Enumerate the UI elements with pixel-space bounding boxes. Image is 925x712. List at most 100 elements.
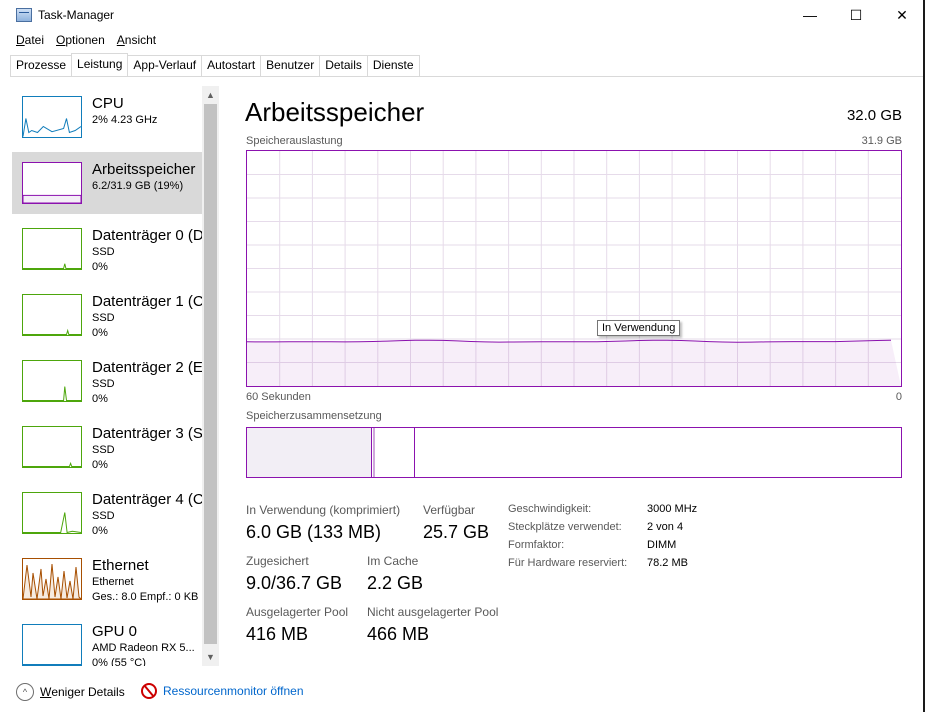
task-manager-app-icon bbox=[16, 8, 32, 22]
sidebar-thumbnail bbox=[22, 162, 82, 204]
tab-leistung[interactable]: Leistung bbox=[71, 53, 129, 75]
sidebar-item-detail-2: 0% (55 °C) bbox=[92, 657, 146, 666]
footer: ^ Weniger Details Ressourcenmonitor öffn… bbox=[0, 680, 925, 704]
fewer-details-button[interactable]: ^ Weniger Details bbox=[16, 683, 125, 701]
sidebar-item-detail: SSD bbox=[92, 378, 115, 390]
sidebar-item-name: Datenträger 2 (E bbox=[92, 359, 202, 376]
tab-app-verlauf[interactable]: App-Verlauf bbox=[127, 55, 203, 76]
menu-ansicht-mnemonic: A bbox=[116, 33, 125, 47]
composition-label: Speicherzusammensetzung bbox=[246, 410, 382, 422]
sidebar-item-detail: 6.2/31.9 GB (19%) bbox=[92, 180, 184, 192]
sidebar-thumbnail-graph bbox=[23, 386, 81, 401]
sidebar-item-name: Ethernet bbox=[92, 557, 149, 574]
stat-available-label: Verfügbar bbox=[423, 503, 476, 517]
sidebar-item-detail: 2% 4.23 GHz bbox=[92, 114, 158, 126]
window-controls: — ☐ ✕ bbox=[787, 0, 925, 30]
tab-prozesse[interactable]: Prozesse bbox=[10, 55, 73, 76]
sidebar-thumbnail bbox=[22, 558, 82, 600]
info-row-reserved: Für Hardware reserviert: 78.2 MB bbox=[508, 557, 697, 575]
sidebar-thumbnail bbox=[22, 228, 82, 270]
sidebar-item-datenträger-3-s[interactable]: Datenträger 3 (S SSD 0% bbox=[12, 416, 202, 478]
stat-nonpaged-pool: Nicht ausgelagerter Pool 466 MB bbox=[367, 605, 498, 645]
menu-optionen-mnemonic: O bbox=[56, 33, 66, 47]
sidebar-item-ethernet[interactable]: Ethernet Ethernet Ges.: 8.0 Empf.: 0 KB bbox=[12, 548, 202, 610]
tab-autostart[interactable]: Autostart bbox=[201, 55, 262, 76]
graph-time-label: 60 Sekunden bbox=[246, 391, 311, 403]
sidebar-item-text: GPU 0 AMD Radeon RX 5... 0% (55 °C) bbox=[92, 623, 202, 666]
composition-in-use bbox=[247, 428, 372, 477]
stat-committed-value: 9.0/36.7 GB bbox=[246, 573, 343, 593]
stat-committed-label: Zugesichert bbox=[246, 554, 309, 568]
graph-min-label: 0 bbox=[895, 391, 902, 403]
sidebar-item-name: Datenträger 3 (S bbox=[92, 425, 202, 442]
memory-usage-line bbox=[247, 339, 892, 343]
sidebar-item-detail-2: Ges.: 8.0 Empf.: 0 KB bbox=[92, 591, 199, 603]
scroll-up-button[interactable]: ▲ bbox=[202, 87, 219, 103]
collapse-up-icon: ^ bbox=[16, 683, 34, 701]
fewer-details-mnemonic: W bbox=[40, 685, 52, 699]
window-title: Task-Manager bbox=[38, 8, 115, 22]
sidebar-item-text: Datenträger 4 (C SSD 0% bbox=[92, 491, 202, 539]
sidebar-item-text: Datenträger 0 (D SSD 0% bbox=[92, 227, 202, 275]
sidebar-item-gpu-0[interactable]: GPU 0 AMD Radeon RX 5... 0% (55 °C) bbox=[12, 614, 202, 666]
scroll-down-button[interactable]: ▼ bbox=[202, 649, 219, 665]
sidebar-item-text: Datenträger 1 (C SSD 0% bbox=[92, 293, 202, 341]
thumbnail-line bbox=[23, 461, 81, 467]
sidebar-item-name: GPU 0 bbox=[92, 623, 138, 640]
close-button[interactable]: ✕ bbox=[879, 0, 925, 30]
sidebar-item-detail: Ethernet bbox=[92, 576, 134, 588]
sidebar-item-text: Datenträger 2 (E SSD 0% bbox=[92, 359, 202, 407]
minimize-button[interactable]: — bbox=[787, 0, 833, 30]
sidebar-item-name: CPU bbox=[92, 95, 124, 112]
tab-benutzer[interactable]: Benutzer bbox=[260, 55, 321, 76]
menu-optionen[interactable]: Optionen bbox=[50, 31, 111, 51]
stat-nonpaged-pool-value: 466 MB bbox=[367, 624, 430, 644]
scroll-thumb[interactable] bbox=[204, 104, 217, 644]
sidebar-thumbnail-graph bbox=[23, 194, 81, 203]
sidebar-thumbnail bbox=[22, 294, 82, 336]
graph-max-label: 31.9 GB bbox=[861, 135, 902, 147]
sidebar-scrollbar[interactable]: ▲ ▼ bbox=[202, 86, 219, 666]
thumbnail-line bbox=[23, 386, 81, 401]
chevron-down-icon: ▼ bbox=[206, 652, 215, 662]
sidebar-thumbnail bbox=[22, 360, 82, 402]
menu-bar: Datei Optionen Ansicht bbox=[0, 31, 162, 51]
graph-label: Speicherauslastung bbox=[246, 135, 343, 147]
sidebar-thumbnail-graph bbox=[23, 263, 81, 269]
fewer-details-label: eniger Details bbox=[51, 685, 125, 699]
thumbnail-line bbox=[23, 328, 81, 335]
sidebar-item-arbeitsspeicher[interactable]: Arbeitsspeicher 6.2/31.9 GB (19%) bbox=[12, 152, 202, 214]
sidebar-item-datenträger-0-d[interactable]: Datenträger 0 (D SSD 0% bbox=[12, 218, 202, 280]
sidebar-item-datenträger-1-c[interactable]: Datenträger 1 (C SSD 0% bbox=[12, 284, 202, 346]
memory-usage-graph-svg bbox=[247, 151, 901, 386]
sidebar-item-datenträger-2-e[interactable]: Datenträger 2 (E SSD 0% bbox=[12, 350, 202, 412]
info-slots-value: 2 von 4 bbox=[647, 521, 684, 533]
sidebar-item-datenträger-4-c[interactable]: Datenträger 4 (C SSD 0% bbox=[12, 482, 202, 544]
tab-details[interactable]: Details bbox=[319, 55, 368, 76]
sidebar-thumbnail-graph bbox=[23, 563, 81, 599]
ethernet-thumbnail-line bbox=[23, 563, 81, 599]
sidebar-item-text: Ethernet Ethernet Ges.: 8.0 Empf.: 0 KB bbox=[92, 557, 202, 605]
sidebar-item-name: Datenträger 0 (D bbox=[92, 227, 202, 244]
memory-thumbnail-fill bbox=[23, 194, 81, 203]
maximize-button[interactable]: ☐ bbox=[833, 0, 879, 30]
stat-in-use: In Verwendung (komprimiert) 6.0 GB (133 … bbox=[246, 503, 400, 543]
tab-divider bbox=[10, 76, 925, 77]
info-form-factor-label: Formfaktor: bbox=[508, 539, 565, 551]
tab-strip: Prozesse Leistung App-Verlauf Autostart … bbox=[10, 53, 420, 76]
info-reserved-label: Für Hardware reserviert: bbox=[508, 557, 628, 569]
total-memory: 32.0 GB bbox=[846, 107, 902, 124]
sidebar-item-cpu[interactable]: CPU 2% 4.23 GHz bbox=[12, 86, 202, 148]
maximize-icon: ☐ bbox=[849, 6, 863, 23]
close-icon: ✕ bbox=[896, 6, 908, 23]
menu-datei[interactable]: Datei bbox=[10, 31, 50, 51]
sidebar-item-detail: SSD bbox=[92, 312, 115, 324]
menu-ansicht[interactable]: Ansicht bbox=[111, 31, 162, 51]
menu-datei-label: atei bbox=[24, 33, 45, 47]
sidebar-thumbnail bbox=[22, 96, 82, 138]
tab-dienste[interactable]: Dienste bbox=[366, 55, 420, 76]
menu-optionen-label: ptionen bbox=[65, 33, 105, 47]
resource-monitor-link[interactable]: Ressourcenmonitor öffnen bbox=[141, 683, 304, 699]
sidebar-thumbnail-graph bbox=[23, 664, 81, 665]
stat-cached-value: 2.2 GB bbox=[367, 573, 424, 593]
